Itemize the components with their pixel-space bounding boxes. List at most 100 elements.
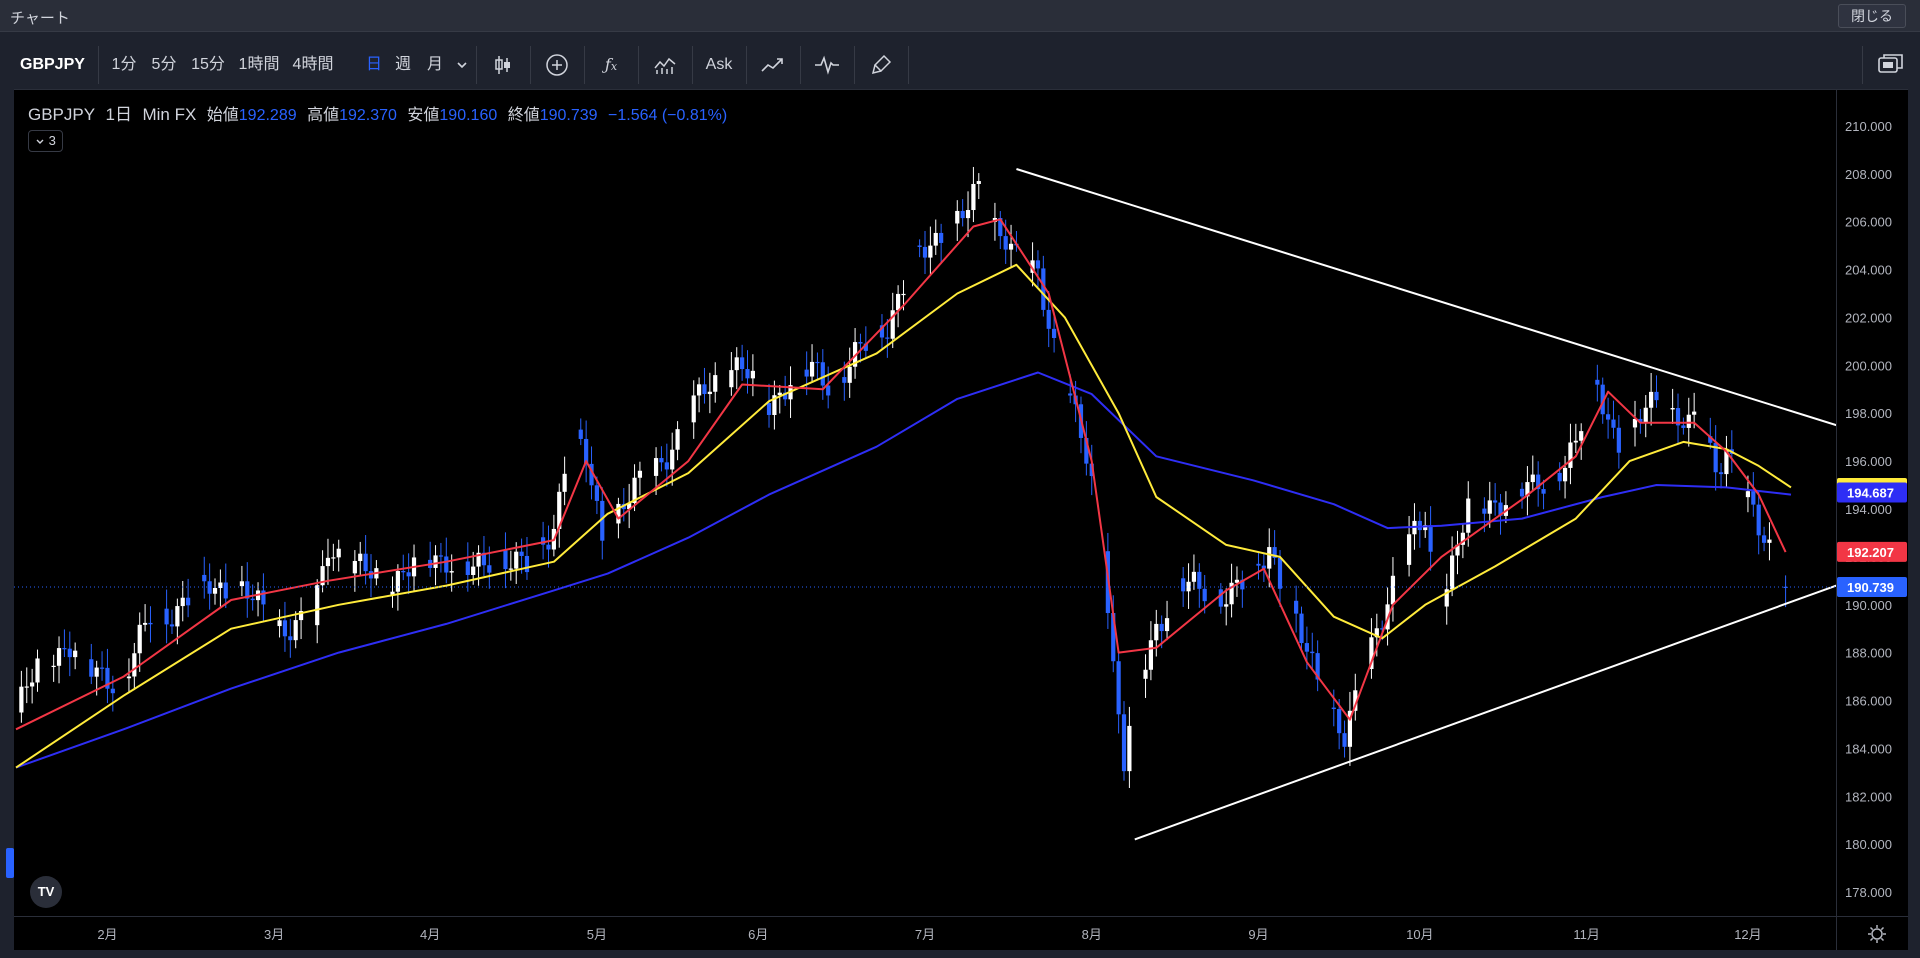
time-axis[interactable]: 2月 3月 4月 5月 6月 7月 8月 9月 10月 11月 12月	[14, 916, 1836, 950]
candle	[245, 562, 250, 618]
price-tick-label: 202.000	[1845, 310, 1892, 325]
candle	[772, 380, 777, 430]
interval-1min[interactable]: 1分	[108, 40, 140, 90]
candle	[713, 362, 718, 403]
trendline[interactable]	[1016, 168, 1836, 440]
candle	[1428, 506, 1433, 571]
candle	[1724, 435, 1729, 488]
time-tick-label: 12月	[1734, 927, 1761, 942]
gear-icon[interactable]	[1837, 917, 1909, 951]
chart-legend: GBPJPY 1日 Min FX 始値192.289 高値192.370 安値1…	[28, 100, 733, 125]
candle	[1595, 364, 1600, 402]
close-button[interactable]: 閉じる	[1838, 4, 1906, 28]
candle	[503, 532, 508, 589]
candle	[325, 538, 331, 585]
interval-month[interactable]: 月	[424, 40, 446, 90]
candle	[1417, 511, 1422, 548]
legend-open-value: 192.289	[238, 107, 297, 124]
candle	[89, 643, 94, 685]
price-tick-label: 196.000	[1845, 454, 1892, 469]
legend-open-label: 始値	[206, 107, 239, 124]
candle	[1643, 395, 1648, 438]
price-tick-label: 188.000	[1845, 646, 1892, 661]
legend-low-label: 安値	[407, 107, 440, 124]
chevron-down-icon[interactable]	[454, 40, 470, 90]
toolbar-divider	[692, 46, 693, 84]
candle	[627, 483, 632, 529]
interval-week[interactable]: 週	[392, 40, 414, 90]
candle	[766, 383, 772, 428]
candle	[282, 601, 288, 652]
candle	[1353, 673, 1358, 721]
candle	[1455, 530, 1460, 575]
candle	[1390, 557, 1396, 622]
toolbar-divider	[584, 46, 585, 84]
candle	[239, 565, 245, 597]
candles-icon[interactable]	[486, 40, 520, 90]
candle	[1562, 455, 1568, 499]
time-tick-label: 6月	[748, 927, 768, 942]
legend-collapse-toggle[interactable]: 3	[28, 130, 63, 152]
candle	[428, 541, 433, 577]
trendline[interactable]	[1134, 569, 1836, 841]
candle	[1654, 375, 1659, 408]
sidebar-toggle-handle[interactable]	[6, 848, 14, 878]
svg-text:190.739: 190.739	[1847, 580, 1894, 595]
time-axis-scale[interactable]: 2月 3月 4月 5月 6月 7月 8月 9月 10月 11月 12月	[14, 917, 1836, 951]
brush-icon[interactable]	[864, 40, 898, 90]
interval-day[interactable]: 日	[364, 40, 384, 90]
candle	[750, 354, 755, 397]
time-tick-label: 4月	[420, 927, 440, 942]
indicator-icon[interactable]: ƒx	[594, 40, 628, 90]
candle	[1756, 490, 1761, 555]
candle	[562, 456, 567, 506]
price-axis-scale[interactable]: 178.000 180.000 182.000 184.000 186.000 188.0…	[1837, 90, 1909, 916]
ask-icon[interactable]: Ask	[702, 40, 736, 90]
candle	[541, 521, 546, 560]
tradingview-logo[interactable]: TV	[30, 876, 62, 908]
candle	[148, 606, 153, 643]
chart-canvas[interactable]	[14, 90, 1836, 916]
candle	[696, 377, 702, 413]
interval-1hour[interactable]: 1時間	[236, 40, 282, 90]
symbol-button[interactable]: GBPJPY	[20, 40, 85, 90]
interval-5min[interactable]: 5分	[148, 40, 180, 90]
candle	[729, 352, 734, 396]
candle	[261, 573, 266, 622]
legend-close-label: 終値	[507, 107, 540, 124]
candle	[976, 173, 981, 200]
candle	[783, 375, 788, 406]
time-tick-label: 5月	[587, 927, 607, 942]
layout-icon[interactable]	[1874, 40, 1908, 90]
candle	[250, 584, 255, 611]
candle	[1272, 530, 1277, 565]
candle	[352, 550, 357, 592]
candle	[1557, 462, 1562, 491]
candle	[1148, 621, 1154, 681]
candle	[1197, 563, 1202, 608]
candle	[1611, 400, 1616, 439]
candle	[1675, 393, 1681, 444]
candle	[277, 609, 282, 638]
time-tick-label: 11月	[1573, 927, 1600, 942]
interval-15min[interactable]: 15分	[188, 40, 228, 90]
time-tick-label: 8月	[1082, 927, 1102, 942]
candle	[438, 542, 444, 573]
candle	[164, 589, 169, 644]
price-chart[interactable]	[14, 90, 1836, 916]
add-icon[interactable]	[540, 40, 574, 90]
axis-settings[interactable]	[1836, 916, 1908, 950]
candle	[1127, 706, 1132, 788]
legend-low-value: 190.160	[439, 107, 498, 124]
price-axis[interactable]: 178.000 180.000 182.000 184.000 186.000 188.0…	[1836, 90, 1908, 916]
candle	[186, 578, 191, 618]
candle	[1310, 632, 1315, 669]
candle	[826, 366, 831, 409]
wave-icon[interactable]	[810, 40, 844, 90]
trend-icon[interactable]	[756, 40, 790, 90]
candle	[218, 569, 223, 608]
time-tick-label: 10月	[1406, 927, 1433, 942]
compare-icon[interactable]	[648, 40, 682, 90]
interval-4hour[interactable]: 4時間	[290, 40, 336, 90]
candle	[202, 556, 207, 599]
